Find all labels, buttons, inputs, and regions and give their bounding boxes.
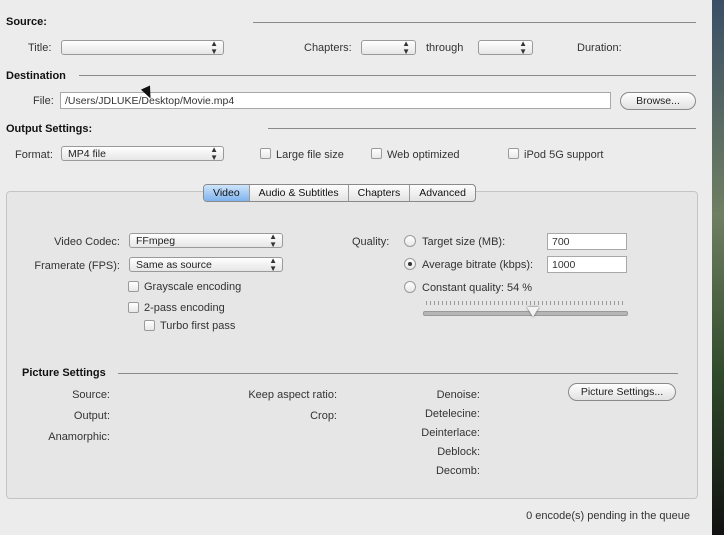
constant-quality-radio[interactable]: [404, 281, 416, 293]
duration-label: Duration:: [577, 42, 622, 54]
detelecine-label: Detelecine:: [424, 408, 480, 420]
queue-status: 0 encode(s) pending in the queue: [526, 510, 690, 522]
anamorphic-label: Anamorphic:: [48, 431, 110, 443]
average-bitrate-label: Average bitrate (kbps):: [422, 259, 534, 271]
tab-video[interactable]: Video: [204, 185, 249, 201]
title-label: Title:: [28, 42, 52, 54]
browse-button[interactable]: Browse...: [620, 92, 696, 110]
updown-arrows-icon: ▲ ▼: [210, 39, 218, 56]
format-label: Format:: [15, 149, 53, 161]
settings-tabs: Video Audio & Subtitles Chapters Advance…: [203, 184, 476, 202]
target-size-value: 700: [552, 236, 570, 248]
target-size-field[interactable]: 700: [547, 233, 627, 250]
grayscale-label: Grayscale encoding: [144, 281, 242, 293]
slider-ticks: [426, 301, 624, 305]
picture-output-label: Output:: [73, 410, 110, 422]
main-window: Source: Title: ▲ ▼ Chapters: ▲ ▼ through ▲…: [0, 0, 712, 535]
file-label: File:: [33, 95, 54, 107]
average-bitrate-value: 1000: [552, 259, 576, 271]
destination-heading: Destination: [6, 70, 66, 82]
output-rule: [268, 128, 696, 129]
updown-arrows-icon: ▲ ▼: [269, 232, 277, 249]
picture-source-label: Source:: [72, 389, 110, 401]
average-bitrate-radio[interactable]: [404, 258, 416, 270]
web-optimized-checkbox[interactable]: [371, 148, 382, 159]
video-codec-label: Video Codec:: [54, 236, 120, 248]
tab-audio-subtitles[interactable]: Audio & Subtitles: [248, 185, 348, 201]
source-rule: [253, 22, 696, 23]
chapters-end-popup[interactable]: ▲ ▼: [478, 39, 533, 56]
twopass-label: 2-pass encoding: [144, 302, 225, 314]
framerate-value: Same as source: [136, 259, 212, 271]
background-strip: [712, 0, 724, 535]
web-optimized-label: Web optimized: [387, 149, 460, 161]
tab-chapters[interactable]: Chapters: [347, 185, 410, 201]
deinterlace-label: Deinterlace:: [421, 427, 480, 439]
through-label: through: [426, 42, 464, 54]
picture-settings-button[interactable]: Picture Settings...: [568, 383, 676, 401]
turbo-label: Turbo first pass: [160, 320, 236, 332]
video-codec-popup[interactable]: FFmpeg ▲ ▼: [129, 232, 283, 249]
video-codec-value: FFmpeg: [136, 235, 176, 247]
updown-arrows-icon: ▲ ▼: [210, 145, 218, 162]
quality-slider-thumb[interactable]: [526, 307, 539, 317]
large-file-checkbox[interactable]: [260, 148, 271, 159]
quality-label: Quality:: [352, 236, 390, 248]
average-bitrate-field[interactable]: 1000: [547, 256, 627, 273]
turbo-checkbox[interactable]: [144, 320, 155, 331]
output-heading: Output Settings:: [6, 123, 93, 135]
decomb-label: Decomb:: [435, 465, 480, 477]
status-bar: 0 encode(s) pending in the queue: [0, 503, 712, 535]
updown-arrows-icon: ▲ ▼: [269, 256, 277, 273]
format-value: MP4 file: [68, 148, 106, 160]
title-popup[interactable]: ▲ ▼: [61, 39, 224, 56]
tab-advanced[interactable]: Advanced: [409, 185, 475, 201]
ipod-label: iPod 5G support: [524, 149, 604, 161]
framerate-label: Framerate (FPS):: [34, 260, 120, 272]
updown-arrows-icon: ▲ ▼: [519, 39, 527, 56]
picture-rule: [118, 373, 678, 374]
target-size-label: Target size (MB):: [422, 236, 506, 248]
denoise-label: Denoise:: [436, 389, 480, 401]
destination-rule: [79, 75, 696, 76]
grayscale-checkbox[interactable]: [128, 281, 139, 292]
constant-quality-label: Constant quality: 54 %: [422, 282, 533, 294]
deblock-label: Deblock:: [437, 446, 480, 458]
twopass-checkbox[interactable]: [128, 302, 139, 313]
crop-label: Crop:: [310, 410, 337, 422]
chapters-start-popup[interactable]: ▲ ▼: [361, 39, 416, 56]
format-popup[interactable]: MP4 file ▲ ▼: [61, 145, 224, 162]
picture-heading: Picture Settings: [22, 367, 106, 379]
chapters-label: Chapters:: [304, 42, 352, 54]
ipod-checkbox[interactable]: [508, 148, 519, 159]
updown-arrows-icon: ▲ ▼: [402, 39, 410, 56]
large-file-label: Large file size: [276, 149, 344, 161]
framerate-popup[interactable]: Same as source ▲ ▼: [129, 256, 283, 273]
quality-slider[interactable]: [423, 311, 628, 316]
source-heading: Source:: [6, 16, 47, 28]
keep-aspect-label: Keep aspect ratio:: [248, 389, 337, 401]
target-size-radio[interactable]: [404, 235, 416, 247]
